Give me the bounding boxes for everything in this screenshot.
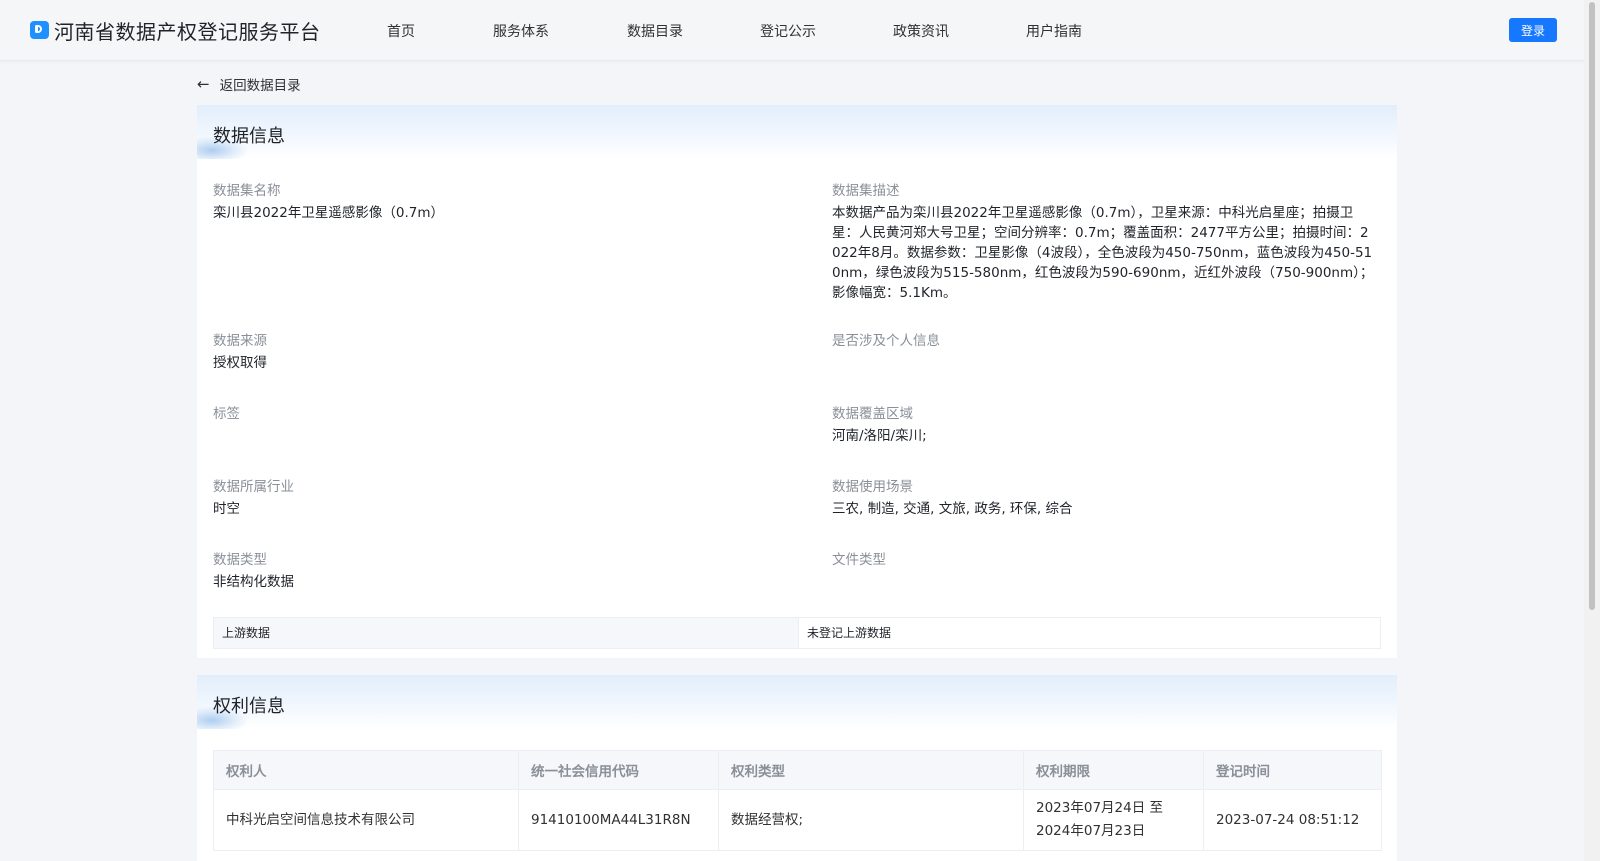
data-info-header: 数据信息 <box>197 105 1397 159</box>
term-start: 2023年07月24日 至 <box>1036 800 1164 816</box>
column-header-holder: 权利人 <box>213 750 519 790</box>
platform-logo-icon[interactable] <box>30 21 49 39</box>
arrow-left-icon: ← <box>197 74 210 93</box>
personal-info-label: 是否涉及个人信息 <box>832 333 940 349</box>
rights-table-header: 权利人 统一社会信用代码 权利类型 权利期限 登记时间 <box>213 750 1382 790</box>
dataset-name-value: 栾川县2022年卫星遥感影像（0.7m） <box>213 205 444 221</box>
column-header-credit-code: 统一社会信用代码 <box>518 750 719 790</box>
nav-item-services[interactable]: 服务体系 <box>493 21 549 41</box>
back-to-catalog-link[interactable]: ← 返回数据目录 <box>197 74 301 94</box>
source-value: 授权取得 <box>213 355 267 371</box>
column-header-term: 权利期限 <box>1023 750 1204 790</box>
dataset-name-label: 数据集名称 <box>213 183 281 199</box>
column-header-registered-at: 登记时间 <box>1203 750 1382 790</box>
data-info-panel: 数据信息 数据集名称 栾川县2022年卫星遥感影像（0.7m） 数据集描述 本数… <box>197 105 1397 658</box>
cell-term: 2023年07月24日 至 2024年07月23日 <box>1023 789 1204 851</box>
back-link-label: 返回数据目录 <box>219 78 301 94</box>
coverage-value: 河南/洛阳/栾川; <box>832 428 927 444</box>
tags-label: 标签 <box>213 406 240 422</box>
cell-credit-code: 91410100MA44L31R8N <box>518 789 719 851</box>
nav-item-registration-notice[interactable]: 登记公示 <box>760 21 816 41</box>
scrollbar-thumb[interactable] <box>1589 2 1595 610</box>
nav-item-home[interactable]: 首页 <box>387 21 415 41</box>
coverage-label: 数据覆盖区域 <box>832 406 913 422</box>
dataset-desc-value: 本数据产品为栾川县2022年卫星遥感影像（0.7m），卫星来源：中科光启星座；拍… <box>832 205 1374 301</box>
industry-value: 时空 <box>213 501 240 517</box>
rights-info-panel: 权利信息 权利人 统一社会信用代码 权利类型 权利期限 登记时间 中科光启空间信… <box>197 675 1397 861</box>
dataset-desc-label: 数据集描述 <box>832 183 900 199</box>
cell-registered-at: 2023-07-24 08:51:12 <box>1203 789 1382 851</box>
term-end: 2024年07月23日 <box>1036 823 1146 839</box>
source-label: 数据来源 <box>213 333 267 349</box>
login-button[interactable]: 登录 <box>1509 18 1557 42</box>
data-type-label: 数据类型 <box>213 552 267 568</box>
upstream-data-value: 未登记上游数据 <box>807 626 892 640</box>
nav-item-user-guide[interactable]: 用户指南 <box>1026 21 1082 41</box>
nav-item-data-catalog[interactable]: 数据目录 <box>627 21 683 41</box>
scenarios-value: 三农, 制造, 交通, 文旅, 政务, 环保, 综合 <box>832 501 1073 517</box>
rights-info-title: 权利信息 <box>213 696 285 717</box>
upstream-data-row: 上游数据 未登记上游数据 <box>213 617 1381 649</box>
cell-right-type: 数据经营权; <box>718 789 1024 851</box>
nav-item-policy-news[interactable]: 政策资讯 <box>893 21 949 41</box>
upstream-data-label: 上游数据 <box>214 618 799 648</box>
cell-holder: 中科光启空间信息技术有限公司 <box>213 789 519 851</box>
data-type-value: 非结构化数据 <box>213 574 294 590</box>
scenarios-label: 数据使用场景 <box>832 479 913 495</box>
industry-label: 数据所属行业 <box>213 479 294 495</box>
data-info-title: 数据信息 <box>213 126 285 147</box>
table-row: 中科光启空间信息技术有限公司 91410100MA44L31R8N 数据经营权;… <box>213 789 1382 851</box>
column-header-right-type: 权利类型 <box>718 750 1024 790</box>
file-type-label: 文件类型 <box>832 552 886 568</box>
top-navbar: 河南省数据产权登记服务平台 首页 服务体系 数据目录 登记公示 政策资讯 用户指… <box>0 0 1584 61</box>
rights-table: 权利人 统一社会信用代码 权利类型 权利期限 登记时间 中科光启空间信息技术有限… <box>213 750 1382 851</box>
site-title[interactable]: 河南省数据产权登记服务平台 <box>54 16 321 45</box>
rights-info-header: 权利信息 <box>197 675 1397 729</box>
page-scrollbar[interactable] <box>1584 0 1600 861</box>
